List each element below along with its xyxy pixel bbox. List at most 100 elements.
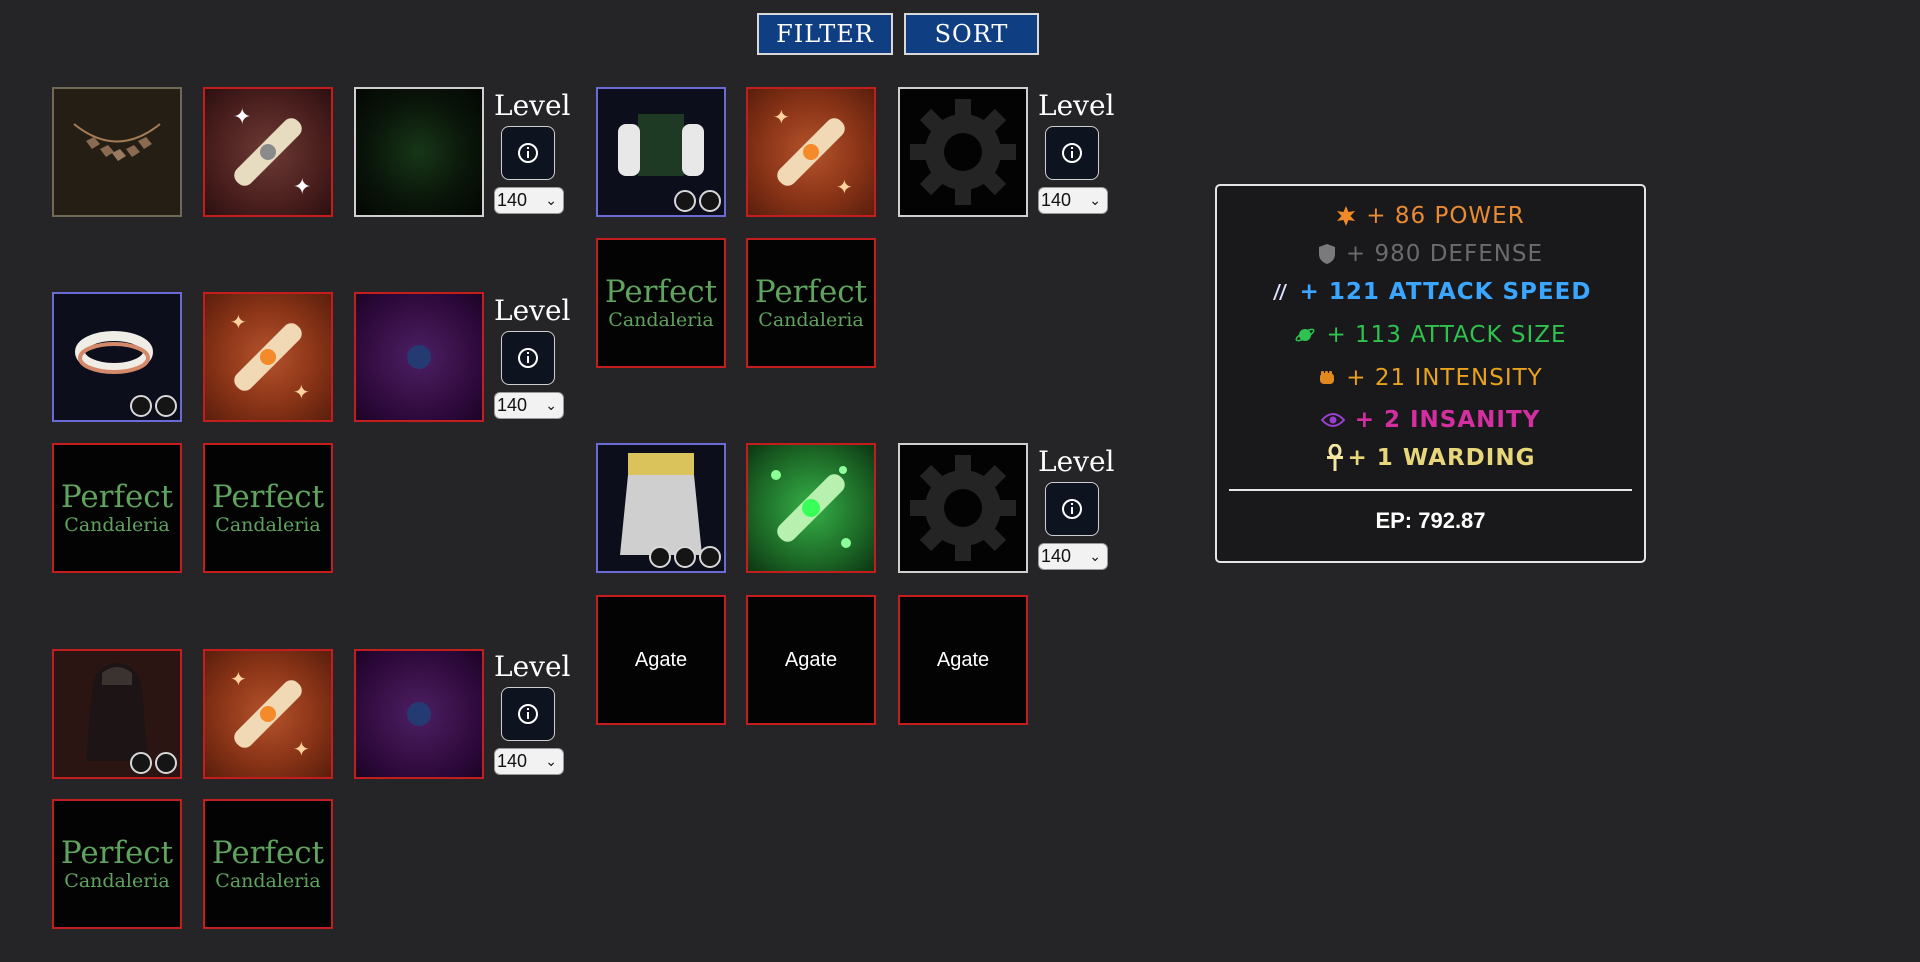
stat-intensity: + 21 INTENSITY bbox=[1217, 365, 1644, 391]
socket-group bbox=[130, 752, 177, 774]
socket bbox=[699, 190, 721, 212]
scroll-icon: ✦✦ bbox=[230, 310, 310, 404]
svg-text:✦: ✦ bbox=[773, 105, 790, 129]
enchant-slot[interactable]: Perfect Candaleria bbox=[596, 238, 726, 368]
enchant-type: Candaleria bbox=[608, 308, 714, 331]
socket bbox=[155, 752, 177, 774]
shield-icon bbox=[1318, 243, 1336, 265]
socket-group bbox=[674, 190, 721, 212]
stat-warding: + 1 WARDING bbox=[1217, 444, 1644, 472]
enchant-slot[interactable]: Perfect Candaleria bbox=[203, 443, 333, 573]
scroll-slot[interactable]: ✦ ✦ bbox=[203, 292, 333, 422]
stat-intensity-text: + 21 INTENSITY bbox=[1346, 365, 1543, 391]
info-icon bbox=[518, 143, 538, 163]
level-select-value: 140 bbox=[497, 190, 528, 210]
enchant-type: Candaleria bbox=[758, 308, 864, 331]
gem-slot[interactable] bbox=[354, 292, 484, 422]
svg-text:✦: ✦ bbox=[230, 667, 247, 691]
scroll-slot[interactable] bbox=[746, 443, 876, 573]
enchant-name: Perfect bbox=[211, 834, 325, 871]
svg-text:✦: ✦ bbox=[230, 310, 247, 334]
gem-name: Agate bbox=[784, 648, 838, 671]
chevron-down-icon: ⌄ bbox=[545, 753, 557, 769]
info-button[interactable] bbox=[1045, 126, 1099, 180]
stat-attack-size: + 113 ATTACK SIZE bbox=[1217, 322, 1644, 348]
eye-icon bbox=[1320, 412, 1345, 428]
enchant-name: Perfect bbox=[60, 834, 174, 871]
gem-agate-slot[interactable]: Agate bbox=[898, 595, 1028, 725]
svg-text:✦: ✦ bbox=[293, 737, 310, 761]
level-select[interactable]: 140 ⌄ bbox=[494, 187, 564, 214]
svg-text:✦: ✦ bbox=[293, 380, 310, 404]
planet-icon bbox=[1294, 325, 1316, 345]
chevron-down-icon: ⌄ bbox=[545, 397, 557, 413]
gem-slot[interactable] bbox=[354, 649, 484, 779]
level-label: Level bbox=[494, 294, 571, 327]
orb-icon bbox=[407, 345, 431, 369]
stat-warding-text: + 1 WARDING bbox=[1347, 445, 1536, 471]
enchant-slot[interactable]: Perfect Candaleria bbox=[746, 238, 876, 368]
info-icon bbox=[518, 704, 538, 724]
gear-slot[interactable] bbox=[898, 443, 1028, 573]
enchant-slot[interactable]: Perfect Candaleria bbox=[203, 799, 333, 929]
orb-slot[interactable] bbox=[354, 87, 484, 217]
ring-slot[interactable] bbox=[52, 292, 182, 422]
info-button[interactable] bbox=[501, 687, 555, 741]
claw-icon bbox=[1270, 282, 1290, 302]
info-icon bbox=[518, 348, 538, 368]
socket bbox=[130, 752, 152, 774]
level-select[interactable]: 140 ⌄ bbox=[1038, 543, 1108, 570]
enchant-type: Candaleria bbox=[64, 513, 170, 536]
scroll-slot[interactable]: ✦ ✦ bbox=[203, 649, 333, 779]
orb-icon bbox=[407, 702, 431, 726]
sort-button[interactable]: SORT bbox=[904, 13, 1039, 55]
gear-slot[interactable] bbox=[898, 87, 1028, 217]
filter-button[interactable]: FILTER bbox=[757, 13, 893, 55]
scroll-slot[interactable]: ✦ ✦ bbox=[746, 87, 876, 217]
burst-icon bbox=[1336, 206, 1356, 226]
gem-agate-slot[interactable]: Agate bbox=[746, 595, 876, 725]
chest-slot[interactable] bbox=[596, 87, 726, 217]
scroll-slot[interactable]: ✦ ✦ bbox=[203, 87, 333, 217]
scroll-icon bbox=[771, 466, 851, 548]
enchant-name: Perfect bbox=[211, 478, 325, 515]
enchant-name: Perfect bbox=[60, 478, 174, 515]
socket bbox=[699, 546, 721, 568]
svg-text:✦: ✦ bbox=[836, 175, 853, 199]
necklace-icon bbox=[73, 123, 161, 161]
stat-attack-speed-text: + 121 ATTACK SPEED bbox=[1299, 279, 1592, 305]
enchant-type: Candaleria bbox=[215, 869, 321, 892]
level-label: Level bbox=[1038, 89, 1115, 122]
info-button[interactable] bbox=[1045, 482, 1099, 536]
stat-power-text: + 86 POWER bbox=[1366, 203, 1525, 229]
scroll-icon: ✦✦ bbox=[233, 105, 311, 200]
gear-icon bbox=[910, 455, 1016, 561]
fist-icon bbox=[1318, 369, 1336, 387]
stat-insanity-text: + 2 INSANITY bbox=[1354, 407, 1541, 433]
enchant-slot[interactable]: Perfect Candaleria bbox=[52, 443, 182, 573]
enchant-name: Perfect bbox=[604, 273, 718, 310]
socket bbox=[674, 546, 696, 568]
stats-panel: + 86 POWER + 980 DEFENSE + 121 ATTACK SP… bbox=[1215, 184, 1646, 563]
stat-insanity: + 2 INSANITY bbox=[1217, 407, 1644, 433]
gem-agate-slot[interactable]: Agate bbox=[596, 595, 726, 725]
enchant-slot[interactable]: Perfect Candaleria bbox=[52, 799, 182, 929]
svg-text:✦: ✦ bbox=[233, 105, 251, 130]
info-button[interactable] bbox=[501, 126, 555, 180]
level-select[interactable]: 140 ⌄ bbox=[494, 392, 564, 419]
gear-icon bbox=[910, 99, 1016, 205]
level-select[interactable]: 140 ⌄ bbox=[1038, 187, 1108, 214]
legs-slot[interactable] bbox=[596, 443, 726, 573]
stat-attack-size-text: + 113 ATTACK SIZE bbox=[1326, 322, 1567, 348]
level-select-value: 140 bbox=[1041, 546, 1072, 566]
stat-defense: + 980 DEFENSE bbox=[1217, 241, 1644, 267]
necklace-slot[interactable] bbox=[52, 87, 182, 217]
info-button[interactable] bbox=[501, 331, 555, 385]
head-slot[interactable] bbox=[52, 649, 182, 779]
ankh-icon bbox=[1326, 444, 1344, 472]
level-select[interactable]: 140 ⌄ bbox=[494, 748, 564, 775]
socket bbox=[155, 395, 177, 417]
chevron-down-icon: ⌄ bbox=[545, 192, 557, 208]
socket bbox=[649, 546, 671, 568]
chevron-down-icon: ⌄ bbox=[1089, 548, 1101, 564]
